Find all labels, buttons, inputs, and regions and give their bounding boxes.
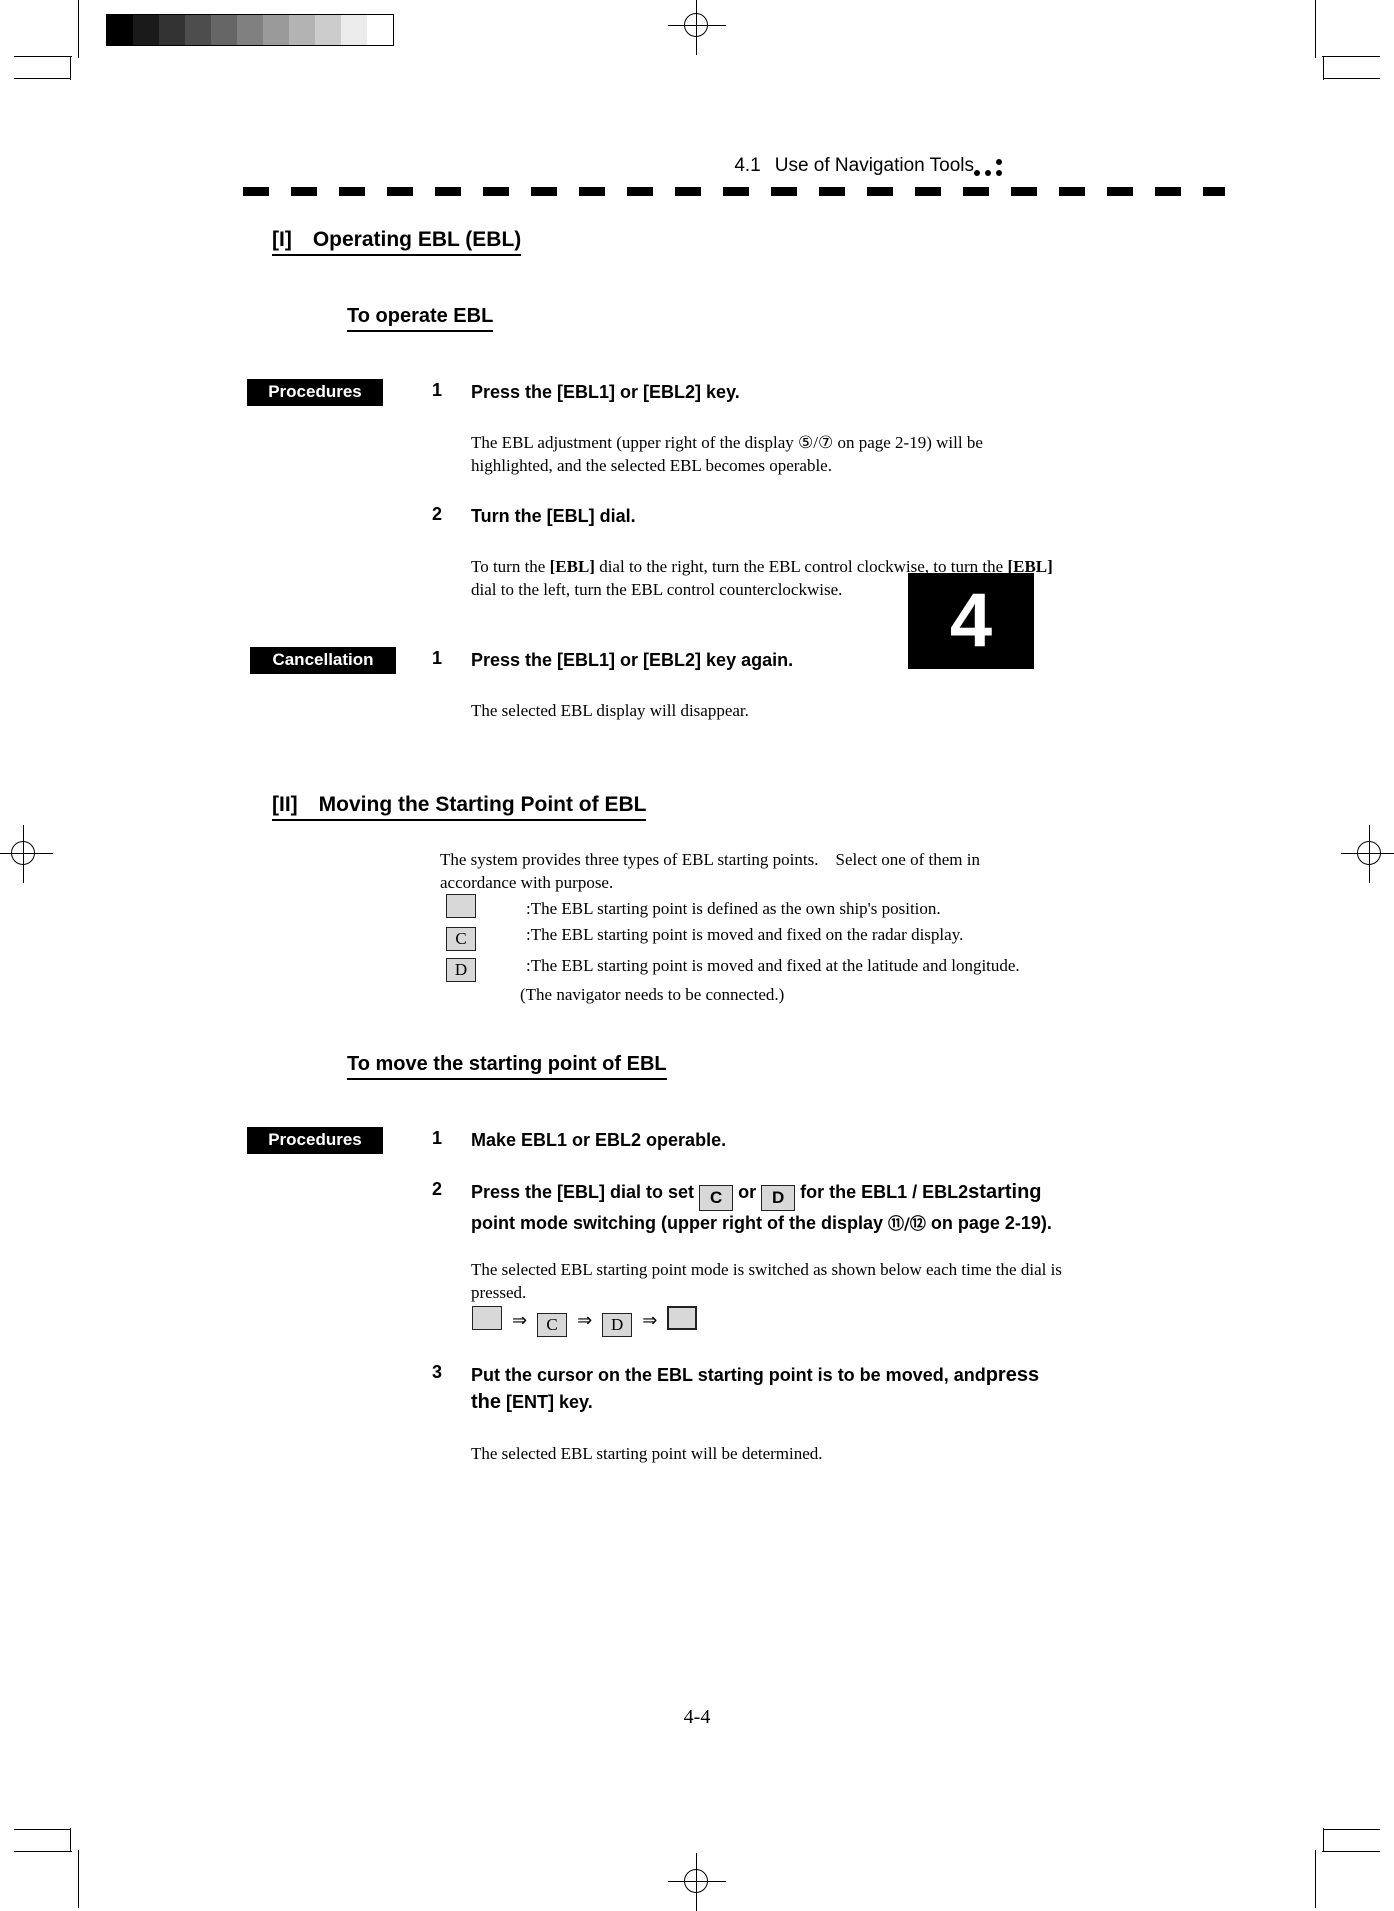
step-title: Press the [EBL] dial to set C or D for t… [471,1179,1201,1235]
intro-line: The system provides three types of EBL s… [440,850,980,869]
step-body-line: dial to the left, turn the EBL control c… [471,579,843,599]
step-body: The selected EBL display will disappear. [471,700,1201,723]
subsection-heading-1: To operate EBL [347,305,494,332]
legend-note: (The navigator needs to be connected.) [520,985,785,1004]
legend-text: :The EBL starting point is defined as th… [526,899,941,918]
mode-sequence-row: ⇒ C ⇒ D ⇒ [472,1306,698,1337]
tag-cancellation: Cancellation [250,647,396,674]
step-body-line: The selected EBL display will disappear. [471,701,749,720]
step-number: 1 [432,648,443,668]
key-box-c-icon: C [446,927,476,951]
legend-row-d: D :The EBL starting point is moved and fi… [446,956,1020,982]
step-title-part-b: press [985,1364,1040,1386]
step-title-or: or [738,1182,757,1202]
section-2-intro: The system provides three types of EBL s… [440,849,1180,895]
step-body: The selected EBL starting point will be … [471,1443,1201,1466]
step-body-line: The EBL adjustment (upper right of the d… [471,433,983,452]
key-box-c-icon: C [537,1313,568,1337]
key-box-d-icon: D [761,1185,796,1211]
arrow-icon: ⇒ [577,1310,593,1331]
legend-text: :The EBL starting point is moved and fix… [526,925,964,944]
legend-key-cell [446,894,526,919]
document-page: 4.1 Use of Navigation Tools 4 [I] Operati… [0,0,1394,1908]
legend-row-c: C :The EBL starting point is moved and fi… [446,925,963,951]
step-title: Turn the [EBL] dial. [471,506,636,526]
step-title: Press the [EBL1] or [EBL2] key. [471,382,740,402]
header-dots-icon [974,155,1008,181]
section-heading-2: [II] Moving the Starting Point of EBL [272,793,647,821]
step-title-part-d: [ENT] key. [506,1392,593,1412]
step-number: 1 [432,1128,443,1148]
key-box-d-icon: D [446,958,476,982]
tag-procedures-2: Procedures [247,1127,383,1154]
tag-procedures-1: Procedures [247,379,383,406]
circled-numbers-11-12: ⑪/⑫ [888,1214,926,1233]
arrow-icon: ⇒ [642,1310,658,1331]
running-head-title: Use of Navigation Tools [774,155,974,176]
key-box-d-icon: D [602,1313,633,1337]
legend-key-cell: D [446,956,526,982]
step-body-line: The selected EBL starting point will be … [471,1444,823,1463]
page-folio: 4-4 [683,1706,711,1728]
step-body-line: pressed. [471,1282,527,1302]
step-number: 2 [432,1179,443,1199]
step-body-line: The selected EBL starting point mode is … [471,1260,1062,1279]
step-title-part-1: Press the [EBL] dial to set [471,1182,695,1202]
running-head-section-number: 4.1 [734,155,761,176]
step-body: To turn the [EBL] dial to the right, tur… [471,556,1211,602]
step-title-part-a: Put the cursor on the EBL starting point… [471,1365,986,1385]
step-title: Press the [EBL1] or [EBL2] key again. [471,650,794,670]
header-dashed-rule [243,187,1225,196]
section-heading-1: [I] Operating EBL (EBL) [272,228,522,256]
step-body-line: To turn the [EBL] dial to the right, tur… [471,557,1053,576]
step-title-line2-a: point mode switching (upper right of the… [471,1213,883,1233]
step-number: 3 [432,1362,443,1382]
step-body-line: highlighted, and the selected EBL become… [471,455,832,475]
step-number: 2 [432,504,443,524]
step-title-line2-b: on page 2-19). [930,1213,1052,1233]
step-title-part-c: the [471,1391,501,1413]
subsection-heading-2: To move the starting point of EBL [347,1053,667,1080]
step-title: Make EBL1 or EBL2 operable. [471,1130,727,1150]
step-body: The selected EBL starting point mode is … [471,1259,1211,1305]
arrow-icon: ⇒ [512,1310,528,1331]
running-head: 4.1 Use of Navigation Tools [734,155,974,177]
step-title-part-2: for the EBL1 / EBL2 [800,1182,969,1202]
step-title: Put the cursor on the EBL starting point… [471,1362,1191,1416]
legend-key-cell: C [446,925,526,951]
key-box-blank-icon [667,1306,698,1330]
intro-line: accordance with purpose. [440,872,614,892]
step-number: 1 [432,380,443,400]
key-box-c-icon: C [699,1185,734,1211]
legend-text: :The EBL starting point is moved and fix… [526,956,1020,975]
key-box-blank-icon [446,894,476,918]
legend-row-blank: :The EBL starting point is defined as th… [446,894,941,919]
step-body: The EBL adjustment (upper right of the d… [471,432,1201,478]
key-box-blank-icon [472,1306,502,1330]
step-title-part-3: starting [968,1181,1042,1203]
